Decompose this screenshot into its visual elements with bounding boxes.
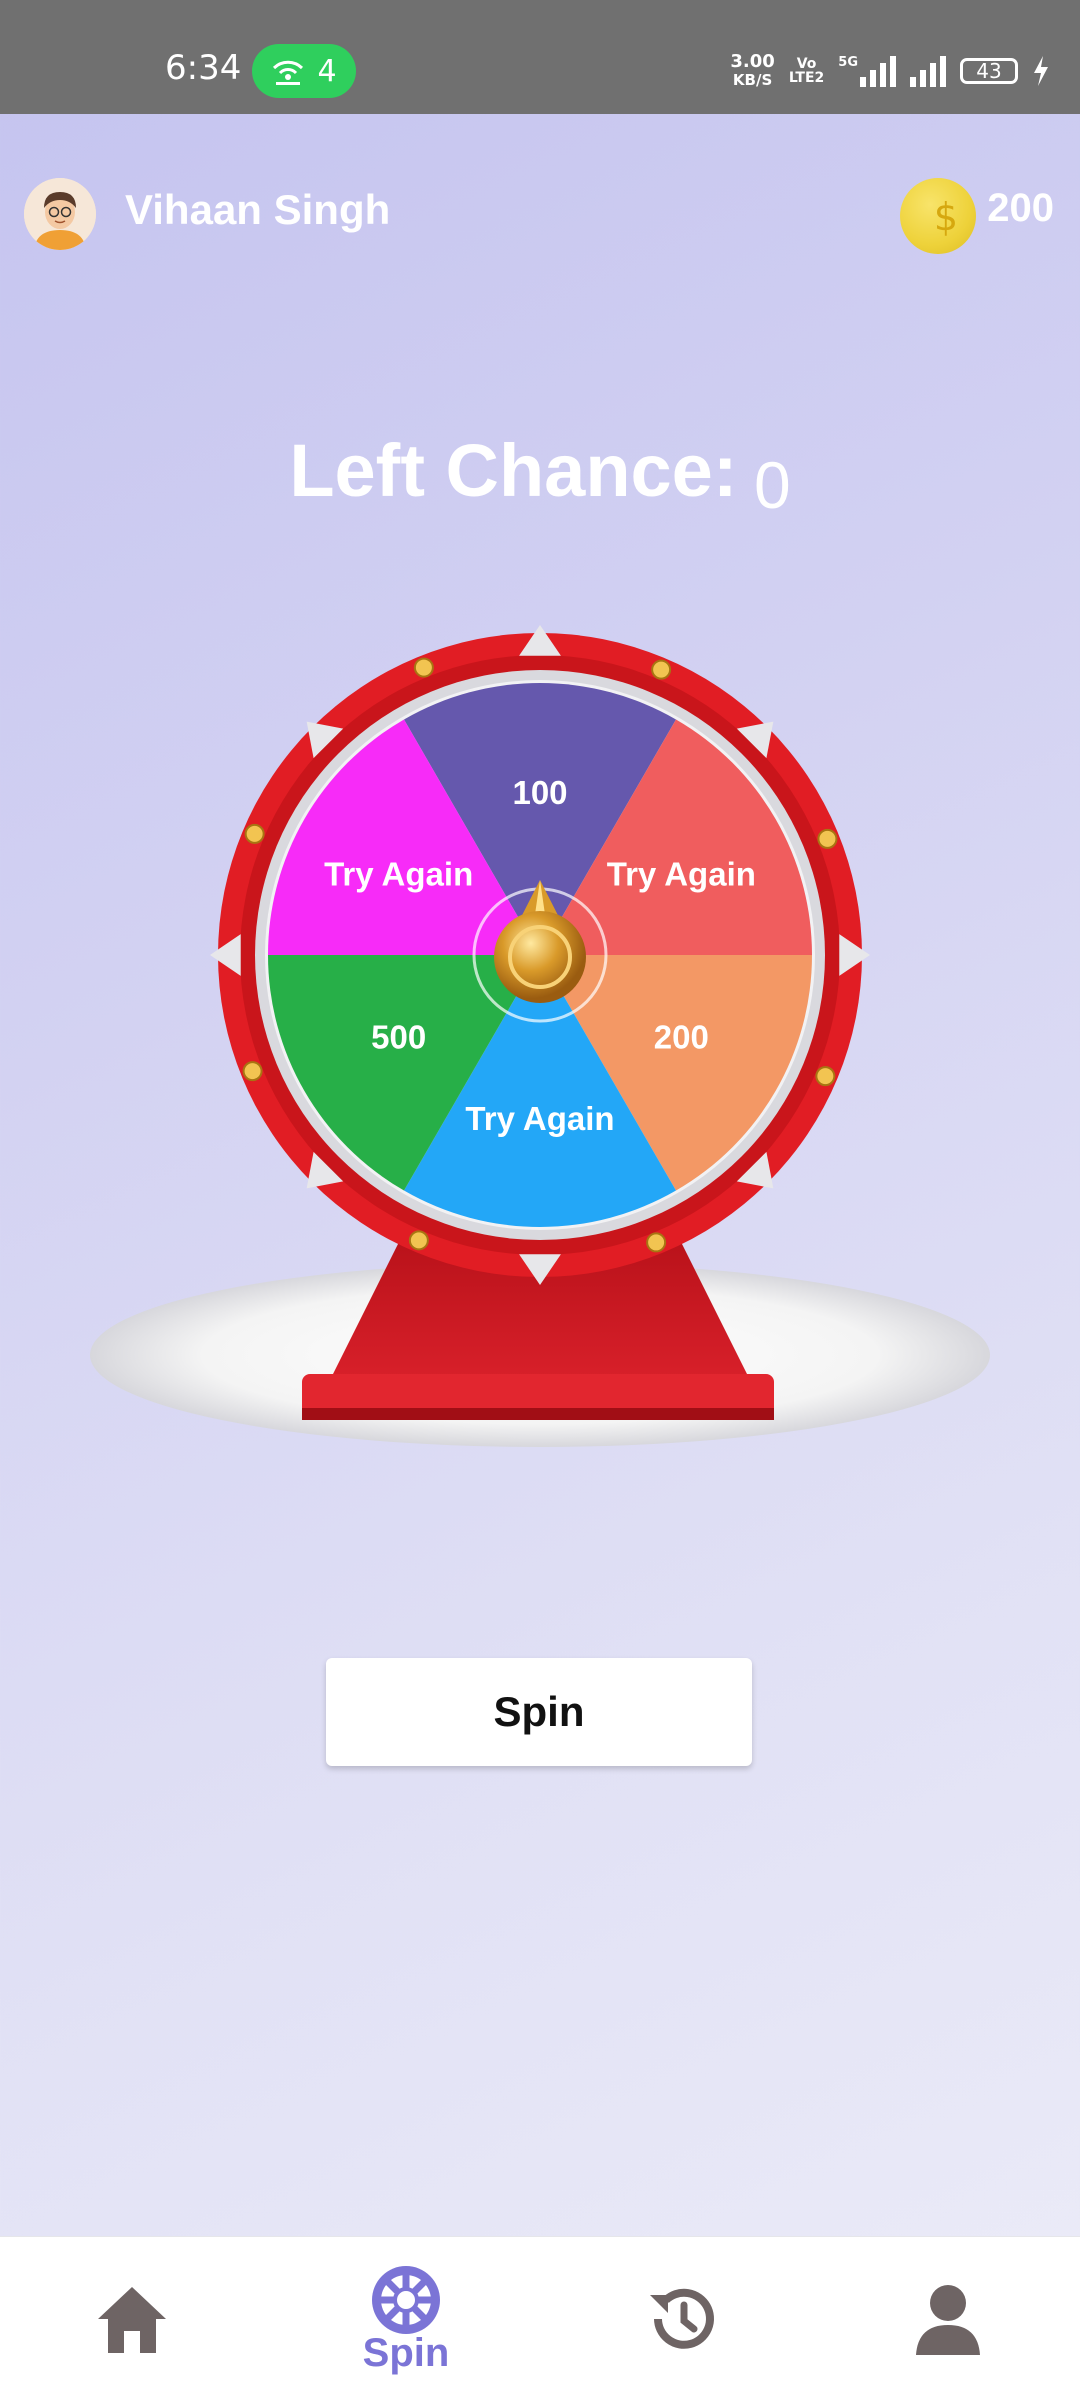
rim-stud — [651, 659, 672, 680]
history-icon — [650, 2288, 714, 2349]
chance-count: 0 — [753, 448, 791, 522]
chance-label: Left Chance: — [289, 429, 738, 512]
wheel-base-shadow — [302, 1408, 774, 1420]
battery-icon: 43 — [960, 58, 1018, 84]
nav-history[interactable] — [582, 2237, 782, 2401]
net-speed-value: 3.00 — [730, 51, 775, 72]
coin-icon: $ — [900, 178, 976, 254]
rim-stud — [242, 1061, 263, 1082]
svg-text:$: $ — [934, 195, 958, 239]
user-name: Vihaan Singh — [125, 186, 391, 233]
rim-stud — [646, 1232, 667, 1253]
charging-icon — [1034, 56, 1048, 86]
spin-button[interactable]: Spin — [326, 1658, 752, 1766]
avatar-illustration — [24, 178, 96, 250]
signal-1-icon — [860, 55, 896, 87]
net-speed: 3.00 KB/S — [730, 51, 775, 90]
wheel-segment-label: Try Again — [607, 855, 756, 892]
rim-stud — [408, 1230, 429, 1251]
roulette-icon — [372, 2265, 440, 2334]
profile-icon — [916, 2285, 980, 2355]
nav-spin-label: Spin — [362, 2330, 450, 2375]
avatar[interactable] — [24, 178, 96, 250]
wheel-segment-label: 500 — [371, 1019, 426, 1056]
wheel-segment-label: 100 — [512, 774, 567, 811]
wheel-segment-label: Try Again — [465, 1100, 614, 1137]
signal-2-icon — [910, 55, 946, 87]
nav-spin[interactable]: Spin — [306, 2237, 506, 2401]
bottom-nav: Spin — [0, 2236, 1080, 2401]
net-speed-unit: KB/S — [732, 71, 773, 89]
status-time: 6:34 — [165, 48, 242, 88]
volte-indicator: Vo LTE2 — [789, 57, 824, 85]
wheel-hub — [494, 911, 586, 1003]
status-icons: 3.00 KB/S Vo LTE2 5G 43 — [730, 44, 1050, 98]
spin-wheel[interactable]: 100 Try Again 200 Try Again 500 Try Again — [0, 600, 1080, 1480]
rim-stud — [815, 1066, 836, 1087]
rim-stud — [413, 657, 434, 678]
rim-stud — [817, 828, 838, 849]
volte-top: Vo — [796, 56, 817, 72]
hotspot-pill: 4 — [252, 44, 356, 98]
hotspot-icon — [273, 60, 304, 85]
status-bar: 6:34 4 3.00 KB/S Vo LTE2 5G 43 — [0, 0, 1080, 114]
dollar-glyph: $ — [934, 195, 958, 239]
net-type: 5G — [838, 55, 858, 70]
hotspot-count: 4 — [317, 53, 337, 89]
left-chance: Left Chance: 0 — [0, 428, 1080, 522]
signal-5g: 5G — [838, 55, 896, 87]
volte-bottom: LTE2 — [788, 70, 825, 86]
wheel-segment-label: Try Again — [324, 855, 473, 892]
home-icon — [98, 2287, 166, 2353]
nav-profile[interactable] — [848, 2237, 1048, 2401]
rim-stud — [244, 823, 265, 844]
nav-home[interactable] — [32, 2237, 232, 2401]
battery-level: 43 — [976, 59, 1002, 83]
wheel-segment-label: 200 — [654, 1019, 709, 1056]
coin-balance: 200 — [987, 186, 1054, 230]
